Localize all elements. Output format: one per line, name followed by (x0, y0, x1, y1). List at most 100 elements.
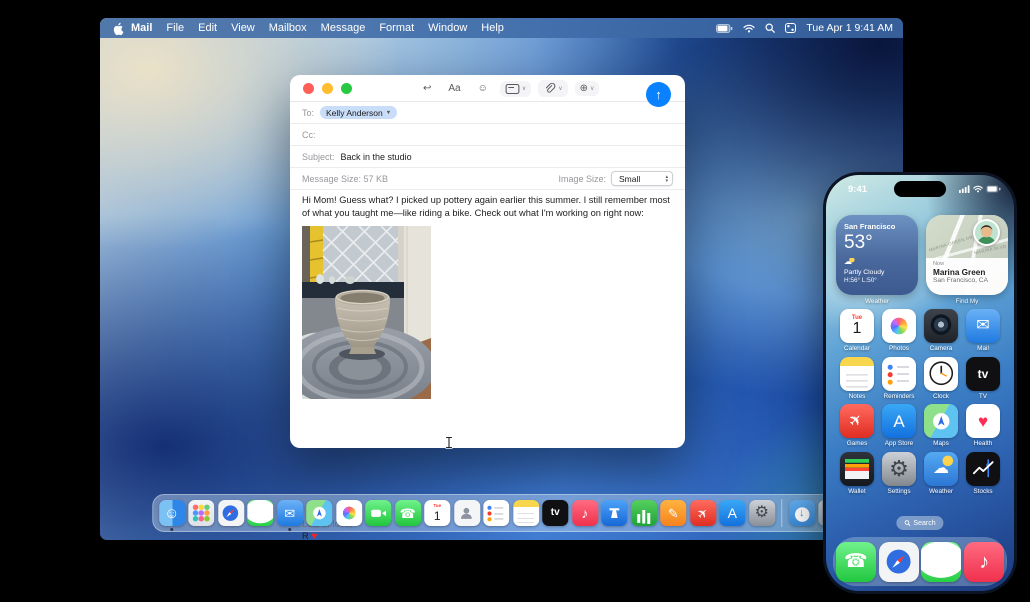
maps-icon (924, 404, 958, 438)
dock-icon-phone[interactable]: ☎ (394, 500, 421, 526)
weather-temperature: 53° (844, 232, 873, 253)
iphone-app-wallet[interactable]: Wallet (837, 451, 877, 495)
dock-icon-finder[interactable]: ☺ (158, 500, 185, 531)
battery-icon[interactable] (716, 23, 733, 33)
iphone-app-health[interactable]: ♥ Health (963, 404, 1003, 447)
attach-button[interactable]: ∨ (538, 80, 568, 97)
menu-item-format[interactable]: Format (379, 22, 414, 34)
iphone-app-mail[interactable]: ✉ Mail (963, 309, 1003, 352)
iphone-app-maps[interactable]: Maps (921, 404, 961, 447)
app-label: Settings (887, 487, 911, 495)
minimize-button[interactable] (322, 82, 333, 94)
iphone-status-icons (959, 185, 1001, 193)
dock-icon-keynote[interactable] (601, 500, 628, 526)
dock-icon-downloads[interactable]: ↓ (788, 500, 815, 526)
to-field[interactable]: To: Kelly Anderson ▼ (290, 102, 685, 124)
dock-icon-reminders[interactable] (483, 500, 510, 526)
messages-icon (247, 500, 274, 526)
menu-item-file[interactable]: File (166, 22, 184, 34)
safari-icon (878, 541, 919, 582)
dock-icon-app-store[interactable]: A (719, 500, 746, 526)
weather-widget[interactable]: San Francisco 53° ☁ Partly Cloudy H:56° … (836, 215, 918, 295)
dock-icon-tv[interactable]: tv (542, 500, 569, 526)
undo-button[interactable]: ↩ (418, 81, 436, 96)
wifi-icon[interactable] (743, 24, 756, 33)
app-label: Clock (933, 392, 949, 400)
iphone-app-photos[interactable]: Photos (879, 309, 919, 352)
health-icon: ♥ (966, 404, 1000, 438)
header-fields-button[interactable]: ∨ (499, 80, 532, 97)
iphone-app-camera[interactable]: Camera (921, 309, 961, 352)
iphone-dock-phone[interactable]: ☎ (835, 541, 876, 582)
iphone-app-clock[interactable]: Clock (921, 356, 961, 400)
music-icon: ♪ (964, 541, 1005, 582)
emoji-button[interactable]: ☺ (473, 81, 493, 96)
close-button[interactable] (303, 82, 314, 94)
iphone-app-games[interactable]: ✈ Games (837, 404, 877, 447)
iphone-app-notes[interactable]: Notes (837, 356, 877, 400)
iphone-device: 9:41 San Francisco 53° ☁ Partly Cloudy H… (823, 172, 1017, 594)
dock-icon-photos[interactable] (335, 500, 362, 526)
chevron-down-icon: ▼ (385, 109, 392, 116)
menu-item-message[interactable]: Message (321, 22, 366, 34)
finder-icon: ☺ (158, 500, 185, 526)
image-size-select[interactable]: Small ▲ ▼ (611, 171, 673, 186)
iphone-app-tv[interactable]: tv TV (963, 356, 1003, 400)
dock-icon-facetime[interactable] (365, 500, 392, 526)
maps-icon (306, 500, 333, 526)
dock-icon-safari[interactable] (217, 500, 244, 526)
menu-item-mailbox[interactable]: Mailbox (269, 22, 307, 34)
apple-menu-icon[interactable] (112, 21, 125, 36)
image-size-label: Image Size: (558, 173, 606, 184)
iphone-app-weather[interactable]: ☁ Weather (921, 451, 961, 495)
iphone-dock-safari[interactable] (878, 541, 919, 582)
menu-bar-clock[interactable]: Tue Apr 1 9:41 AM (806, 22, 893, 34)
iphone-dock: ☎ ♪ (833, 537, 1007, 586)
phone-icon: ☎ (394, 500, 421, 526)
recipient-token[interactable]: Kelly Anderson ▼ (320, 106, 398, 119)
pottery-photo-attachment[interactable] (302, 226, 431, 400)
app-label: Stocks (973, 487, 993, 495)
zoom-button[interactable] (341, 82, 352, 94)
dock-icon-system-settings[interactable]: ⚙ (748, 500, 775, 526)
mac-desktop-screen: Mail File Edit View Mailbox Message Format Win… (100, 18, 903, 540)
dock-icon-launchpad[interactable] (188, 500, 215, 526)
iphone-app-calendar[interactable]: Tue 1 Calendar (837, 309, 877, 352)
cc-field[interactable]: Cc: (290, 124, 685, 146)
safari-icon (217, 500, 244, 526)
menu-item-edit[interactable]: Edit (198, 22, 217, 34)
find-my-widget[interactable]: MARINA GREEN DR MARINA BLVD Now Marina G… (926, 215, 1008, 295)
menu-item-window[interactable]: Window (428, 22, 467, 34)
dock-icon-messages[interactable] (247, 500, 274, 526)
iphone-dock-music[interactable]: ♪ (964, 541, 1005, 582)
dock-icon-contacts[interactable] (453, 500, 480, 526)
signature-initial: R (302, 530, 309, 540)
control-center-icon[interactable] (785, 23, 797, 33)
send-button[interactable]: ↑ (646, 82, 671, 107)
iphone-app-reminders[interactable]: Reminders (879, 356, 919, 400)
iphone-app-app-store[interactable]: A App Store (879, 404, 919, 447)
reminders-icon (882, 356, 916, 391)
menu-item-view[interactable]: View (231, 22, 255, 34)
iphone-app-stocks[interactable]: Stocks (963, 451, 1003, 495)
menu-app-name[interactable]: Mail (131, 22, 152, 34)
search-icon[interactable] (765, 23, 776, 33)
menu-item-help[interactable]: Help (481, 22, 504, 34)
dock-icon-pages[interactable]: ✎ (660, 500, 687, 526)
spotlight-search-pill[interactable]: Search (896, 516, 944, 530)
music-icon: ♪ (571, 500, 598, 526)
recipient-name: Kelly Anderson (326, 107, 383, 118)
dock-icon-games[interactable]: ✈ (689, 500, 716, 526)
iphone-app-settings[interactable]: ⚙ Settings (879, 451, 919, 495)
dock-icon-notes[interactable] (512, 500, 539, 526)
dock-icon-numbers[interactable] (630, 500, 657, 526)
subject-field[interactable]: Subject: Back in the studio (290, 146, 685, 168)
message-body-editor[interactable]: Hi Mom! Guess what? I picked up pottery … (290, 190, 685, 540)
format-button[interactable]: Aa (443, 81, 465, 96)
dock-icon-mail[interactable]: ✉ (276, 500, 303, 531)
dock-icon-maps[interactable] (306, 500, 333, 526)
dock-icon-calendar[interactable]: Tue 1 (424, 500, 451, 526)
dock-icon-music[interactable]: ♪ (571, 500, 598, 526)
iphone-dock-messages[interactable] (921, 541, 962, 582)
insert-photo-button[interactable]: ⊕ ∨ (574, 81, 600, 96)
